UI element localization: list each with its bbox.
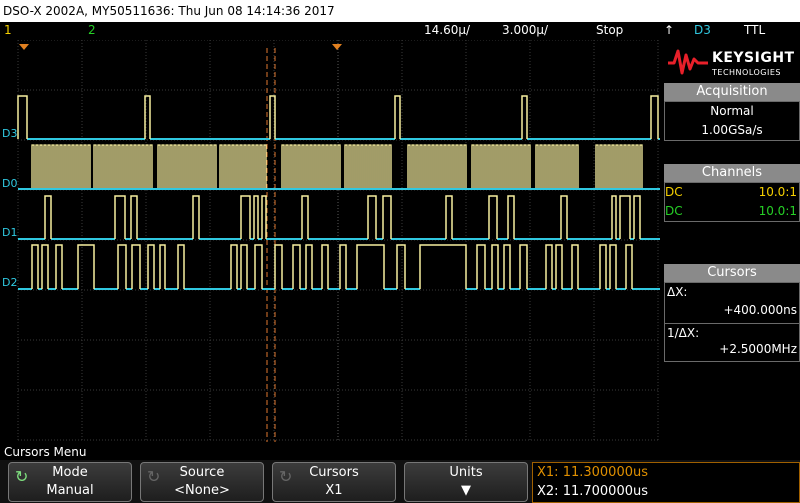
channel2-row: DC 10.0:1 xyxy=(665,202,799,221)
ch2-coupling: DC xyxy=(665,204,683,218)
right-sidebar: KEYSIGHT TECHNOLOGIES Acquisition Normal… xyxy=(660,40,800,442)
cursors-value: X1 xyxy=(325,483,343,498)
x-cursor-readout: X1: 11.300000us X2: 11.700000us xyxy=(532,462,800,503)
run-state: Stop xyxy=(596,23,624,37)
channels-panel: DC 10.0:1 DC 10.0:1 xyxy=(664,182,800,222)
title-bar: DSO-X 2002A, MY50511636: Thu Jun 08 14:1… xyxy=(0,0,800,22)
logo-word: KEYSIGHT xyxy=(712,50,795,66)
source-softkey[interactable]: ↻ Source <None> xyxy=(140,462,264,502)
source-label: Source xyxy=(179,465,225,480)
ch1-coupling: DC xyxy=(665,185,683,199)
cursors-label: Cursors xyxy=(309,465,359,480)
logo-sub: TECHNOLOGIES xyxy=(712,68,781,77)
acq-mode: Normal xyxy=(710,104,754,118)
cursors-header[interactable]: Cursors xyxy=(664,264,800,282)
cursors-softkey[interactable]: ↻ Cursors X1 xyxy=(272,462,396,502)
label-d0: D0 xyxy=(2,177,17,190)
inv-dx-label: 1/ΔX: xyxy=(667,326,700,340)
units-label: Units xyxy=(449,465,483,480)
waveform-display[interactable]: D3 D0 D1 D2 xyxy=(0,40,660,442)
delay-readout: 3.000µ/ xyxy=(502,23,549,37)
acquisition-header[interactable]: Acquisition xyxy=(664,83,800,101)
channel1-row: DC 10.0:1 xyxy=(665,183,799,202)
keysight-logo: KEYSIGHT TECHNOLOGIES xyxy=(664,44,796,80)
acq-rate: 1.00GSa/s xyxy=(701,123,763,137)
channel2-indicator[interactable]: 2 xyxy=(88,23,96,37)
submenu-arrow-icon: ▼ xyxy=(461,483,471,498)
channels-header[interactable]: Channels xyxy=(664,164,800,182)
ch1-probe: 10.0:1 xyxy=(758,185,797,199)
x1-readout: X1: 11.300000us xyxy=(537,465,649,480)
acquisition-panel: Normal 1.00GSa/s xyxy=(664,101,800,141)
mode-value: Manual xyxy=(46,483,94,498)
title-text: DSO-X 2002A, MY50511636: Thu Jun 08 14:1… xyxy=(3,4,335,18)
ch2-probe: 10.0:1 xyxy=(758,204,797,218)
mode-label: Mode xyxy=(52,465,88,480)
x2-readout: X2: 11.700000us xyxy=(537,484,649,499)
trigger-source: D3 xyxy=(694,23,711,37)
label-d2: D2 xyxy=(2,276,17,289)
trigger-edge-icon: ↑ xyxy=(664,23,675,37)
trigger-type: TTL xyxy=(744,23,766,37)
mode-softkey[interactable]: ↻ Mode Manual xyxy=(8,462,132,502)
status-bar: 1 2 14.60µ/ 3.000µ/ Stop ↑ D3 TTL xyxy=(0,22,800,40)
timebase-readout: 14.60µ/ xyxy=(424,23,471,37)
label-d1: D1 xyxy=(2,226,17,239)
channel1-indicator[interactable]: 1 xyxy=(4,23,12,37)
keysight-wave-icon xyxy=(668,49,708,75)
cursors-panel: ΔX: +400.000ns 1/ΔX: +2.5000MHz xyxy=(664,282,800,362)
source-value: <None> xyxy=(174,483,230,498)
units-softkey[interactable]: Units ▼ xyxy=(404,462,528,502)
dx-value: +400.000ns xyxy=(723,303,797,317)
label-d3: D3 xyxy=(2,127,17,140)
inv-dx-value: +2.5000MHz xyxy=(719,342,797,356)
dx-label: ΔX: xyxy=(667,285,688,299)
